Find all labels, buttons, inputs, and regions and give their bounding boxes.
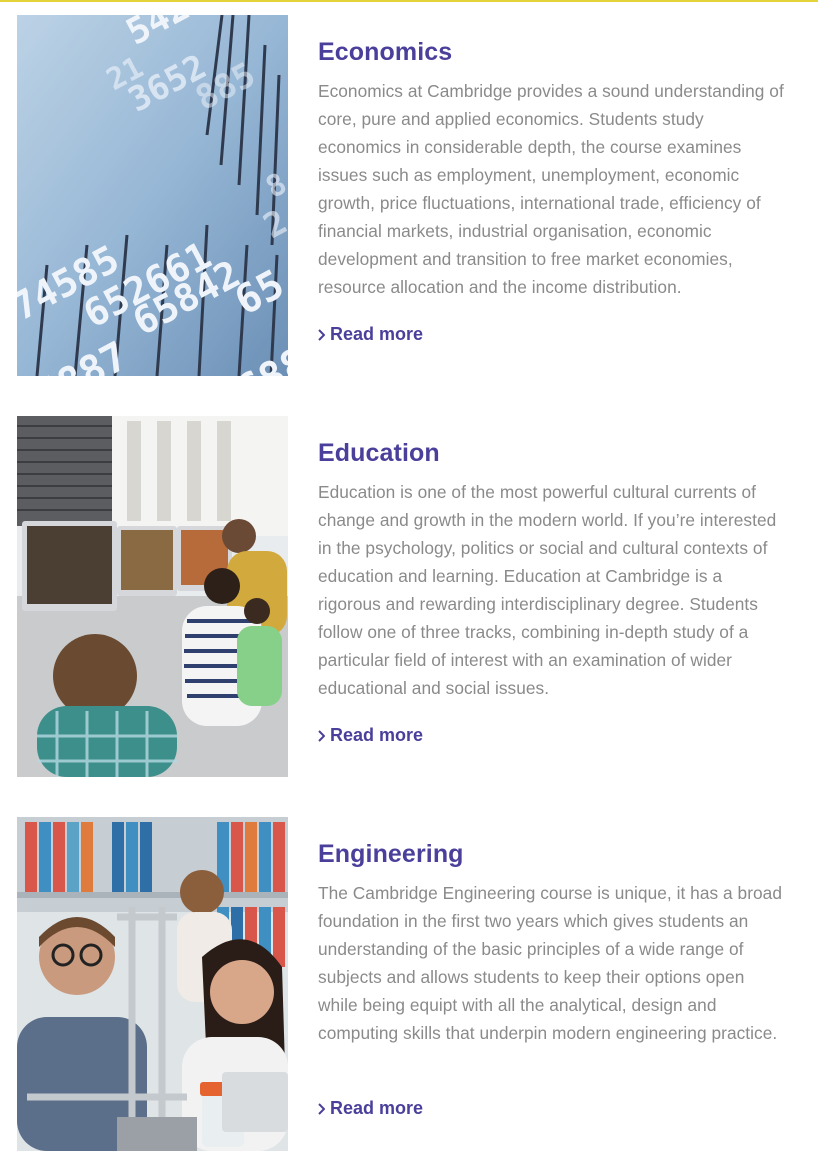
- read-more-link[interactable]: Read more: [318, 1098, 423, 1119]
- course-title[interactable]: Education: [318, 437, 788, 469]
- education-image: [17, 416, 288, 777]
- chevron-right-icon: [318, 729, 325, 742]
- course-list-page: 542 21 3652 885 74585 652661 8 2 65842 6…: [0, 0, 818, 1166]
- read-more-label: Read more: [330, 725, 424, 745]
- education-text-block: Education Education is one of the most p…: [318, 416, 788, 745]
- course-description: Economics at Cambridge provides a sound …: [318, 81, 784, 297]
- course-title[interactable]: Engineering: [318, 838, 788, 870]
- economics-image: 542 21 3652 885 74585 652661 8 2 65842 6…: [17, 15, 288, 376]
- read-more-label: Read more: [330, 1098, 424, 1118]
- read-more-link[interactable]: Read more: [318, 324, 423, 345]
- course-title[interactable]: Economics: [318, 36, 788, 68]
- course-description: Education is one of the most powerful cu…: [318, 482, 777, 698]
- engineering-image: [17, 817, 288, 1151]
- chevron-right-icon: [318, 328, 325, 341]
- economics-text-block: Economics Economics at Cambridge provide…: [318, 15, 788, 344]
- engineering-text-block: Engineering The Cambridge Engineering co…: [318, 817, 788, 1118]
- read-more-link[interactable]: Read more: [318, 725, 423, 746]
- chevron-right-icon: [318, 1102, 325, 1115]
- course-description: The Cambridge Engineering course is uniq…: [318, 883, 783, 1043]
- read-more-label: Read more: [330, 324, 424, 344]
